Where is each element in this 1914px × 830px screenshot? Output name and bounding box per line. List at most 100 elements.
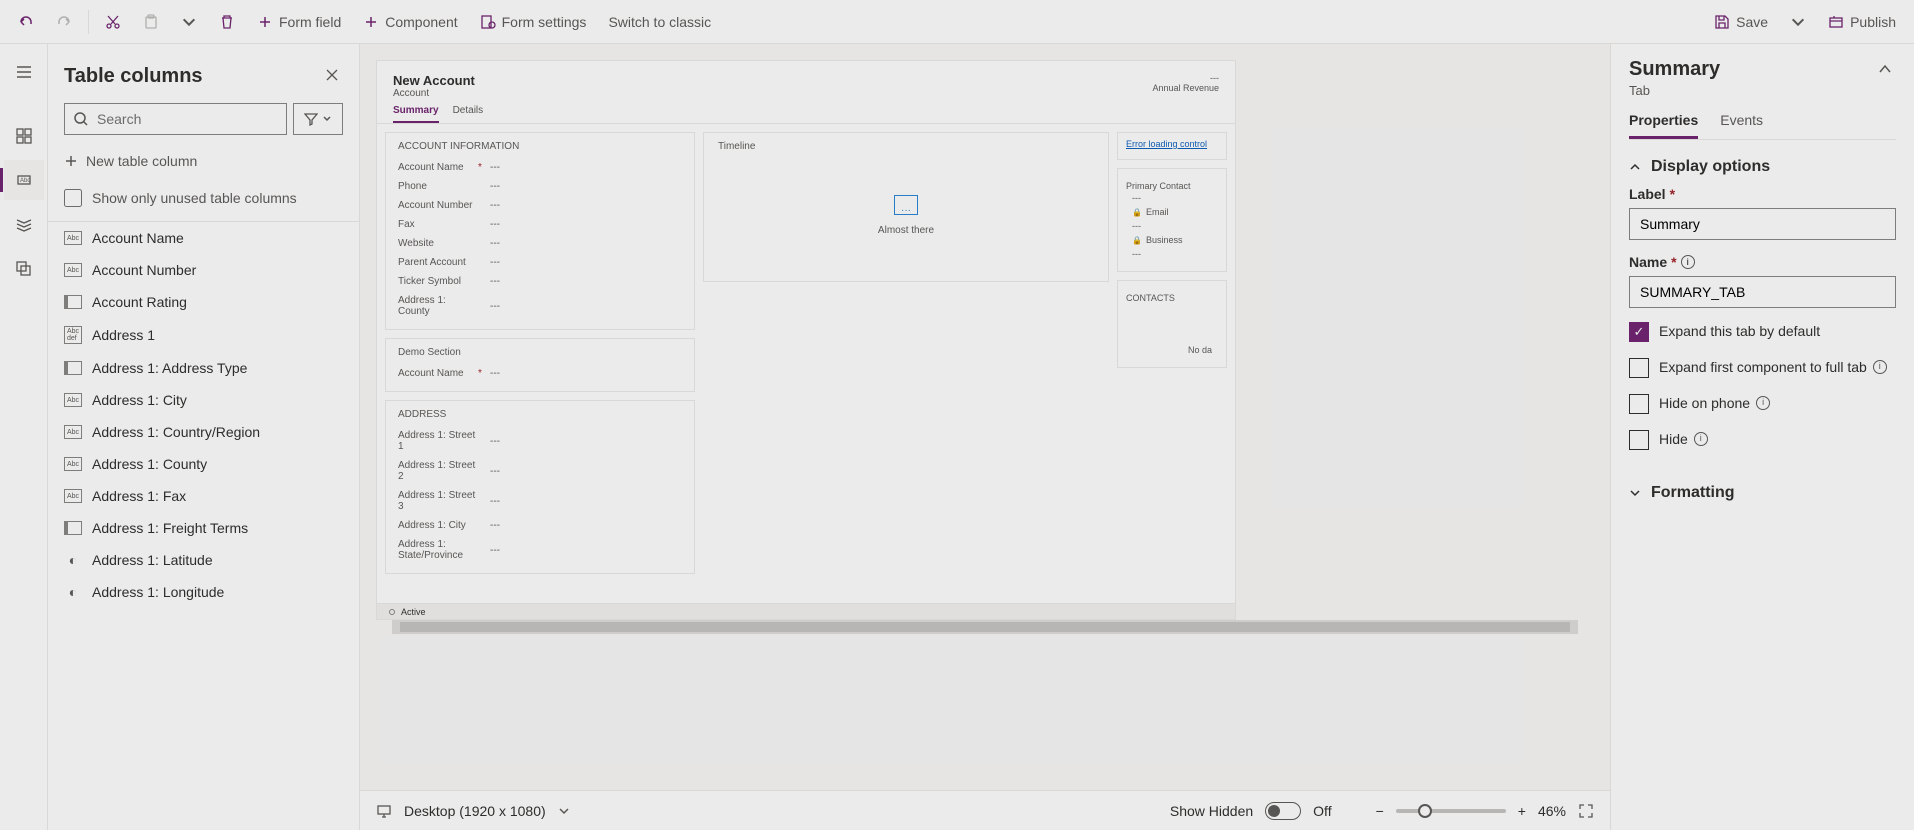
field-row[interactable]: Fax--- xyxy=(398,215,682,234)
expand-default-checkbox[interactable] xyxy=(1629,322,1649,342)
column-item[interactable]: Account Rating xyxy=(48,286,359,318)
rail-components-icon[interactable] xyxy=(4,116,44,156)
cut-button[interactable] xyxy=(95,4,131,40)
label-input[interactable] xyxy=(1629,208,1896,240)
field-row[interactable]: Address 1: Street 3--- xyxy=(398,486,682,516)
rail-hamburger[interactable] xyxy=(4,52,44,92)
field-row[interactable]: Ticker Symbol--- xyxy=(398,272,682,291)
canvas-horizontal-scrollbar[interactable] xyxy=(392,620,1578,634)
field-row[interactable]: Account Name*--- xyxy=(398,158,682,177)
search-box[interactable] xyxy=(64,103,287,135)
form-tab-details[interactable]: Details xyxy=(453,105,484,123)
column-item[interactable]: AbcAccount Name xyxy=(48,222,359,254)
section-demo[interactable]: Demo Section Account Name*--- xyxy=(385,338,695,392)
field-row[interactable]: Account Number--- xyxy=(398,196,682,215)
column-item[interactable]: Address 1: Address Type xyxy=(48,352,359,384)
info-icon[interactable]: i xyxy=(1873,360,1887,374)
save-button[interactable]: Save xyxy=(1704,4,1778,40)
field-row[interactable]: Account Name*--- xyxy=(398,364,682,383)
rail-tree-icon[interactable] xyxy=(4,204,44,244)
field-label: Account Number xyxy=(398,200,478,211)
save-dropdown[interactable] xyxy=(1780,4,1816,40)
undo-button[interactable] xyxy=(8,4,44,40)
column-item[interactable]: AbcAddress 1: Country/Region xyxy=(48,416,359,448)
field-row[interactable]: Parent Account--- xyxy=(398,253,682,272)
property-tabs: Properties Events xyxy=(1629,112,1896,140)
redo-button[interactable] xyxy=(46,4,82,40)
section-title: Demo Section xyxy=(398,347,682,358)
canvas-scroll[interactable]: New Account Account --- Annual Revenue S… xyxy=(360,44,1610,790)
column-item[interactable]: Address 1: Freight Terms xyxy=(48,512,359,544)
add-form-field-button[interactable]: Form field xyxy=(247,4,351,40)
section-timeline[interactable]: Timeline Almost there xyxy=(703,132,1109,282)
delete-button[interactable] xyxy=(209,4,245,40)
scrollbar-thumb[interactable] xyxy=(400,622,1570,632)
column-item[interactable]: ◐Address 1: Latitude xyxy=(48,544,359,576)
paste-dropdown[interactable] xyxy=(171,4,207,40)
new-column-button[interactable]: New table column xyxy=(48,143,359,179)
form-settings-button[interactable]: Form settings xyxy=(470,4,597,40)
info-icon[interactable]: i xyxy=(1694,432,1708,446)
form-tab-summary[interactable]: Summary xyxy=(393,105,439,123)
show-hidden-toggle[interactable] xyxy=(1265,802,1301,820)
field-row[interactable]: Phone--- xyxy=(398,177,682,196)
display-options-header[interactable]: Display options xyxy=(1629,158,1896,176)
name-input[interactable] xyxy=(1629,276,1896,308)
email-row: 🔒Email xyxy=(1126,205,1218,219)
show-unused-checkbox[interactable] xyxy=(64,189,82,207)
filter-button[interactable] xyxy=(293,103,343,135)
expand-first-check[interactable]: Expand first component to full tab i xyxy=(1629,358,1896,378)
field-row[interactable]: Address 1: County--- xyxy=(398,291,682,321)
rail-libraries-icon[interactable] xyxy=(4,248,44,288)
column-item[interactable]: AbcAccount Number xyxy=(48,254,359,286)
hide-checkbox[interactable] xyxy=(1629,430,1649,450)
hide-check[interactable]: Hide i xyxy=(1629,430,1896,450)
viewport-label[interactable]: Desktop (1920 x 1080) xyxy=(404,803,546,819)
no-data-label: No da xyxy=(1126,343,1218,357)
paste-button[interactable] xyxy=(133,4,169,40)
column-item[interactable]: AbcAddress 1: City xyxy=(48,384,359,416)
side-error-card[interactable]: Error loading control xyxy=(1117,132,1227,160)
column-item[interactable]: ◐Address 1: Longitude xyxy=(48,576,359,608)
form-field-label: Form field xyxy=(279,14,341,30)
section-address[interactable]: ADDRESS Address 1: Street 1---Address 1:… xyxy=(385,400,695,574)
publish-button[interactable]: Publish xyxy=(1818,4,1906,40)
search-input[interactable] xyxy=(97,111,278,127)
hide-phone-check[interactable]: Hide on phone i xyxy=(1629,394,1896,414)
close-columns-button[interactable] xyxy=(321,64,343,89)
field-row[interactable]: Website--- xyxy=(398,234,682,253)
prop-tab-properties[interactable]: Properties xyxy=(1629,112,1698,139)
fit-icon[interactable] xyxy=(1578,803,1594,819)
column-item[interactable]: AbcdefAddress 1 xyxy=(48,318,359,352)
zoom-plus[interactable]: + xyxy=(1518,803,1526,819)
zoom-slider[interactable] xyxy=(1396,809,1506,813)
zoom-minus[interactable]: − xyxy=(1376,803,1384,819)
expand-first-checkbox[interactable] xyxy=(1629,358,1649,378)
field-value: --- xyxy=(490,238,500,249)
expand-default-check[interactable]: Expand this tab by default xyxy=(1629,322,1896,342)
info-icon[interactable]: i xyxy=(1756,396,1770,410)
field-row[interactable]: Address 1: Street 2--- xyxy=(398,456,682,486)
chevron-down-icon[interactable] xyxy=(558,805,570,817)
show-unused-checkbox-row[interactable]: Show only unused table columns xyxy=(48,179,359,221)
rail-columns-icon[interactable]: Abc xyxy=(4,160,44,200)
field-row[interactable]: Address 1: City--- xyxy=(398,516,682,535)
side-contacts[interactable]: CONTACTS No da xyxy=(1117,280,1227,368)
field-row[interactable]: Address 1: Street 1--- xyxy=(398,426,682,456)
side-primary-contact[interactable]: Primary Contact --- 🔒Email --- 🔒Business… xyxy=(1117,168,1227,272)
column-list[interactable]: AbcAccount NameAbcAccount NumberAccount … xyxy=(48,221,359,830)
switch-classic-button[interactable]: Switch to classic xyxy=(598,4,721,40)
field-row[interactable]: Address 1: State/Province--- xyxy=(398,535,682,565)
info-icon[interactable]: i xyxy=(1681,255,1695,269)
column-item[interactable]: AbcAddress 1: County xyxy=(48,448,359,480)
section-account-info[interactable]: ACCOUNT INFORMATION Account Name*---Phon… xyxy=(385,132,695,330)
hide-phone-checkbox[interactable] xyxy=(1629,394,1649,414)
prop-tab-events[interactable]: Events xyxy=(1720,112,1763,139)
formatting-header[interactable]: Formatting xyxy=(1629,484,1896,502)
form-canvas[interactable]: New Account Account --- Annual Revenue S… xyxy=(376,60,1236,620)
collapse-panel-button[interactable] xyxy=(1874,58,1896,83)
column-item[interactable]: AbcAddress 1: Fax xyxy=(48,480,359,512)
zoom-thumb[interactable] xyxy=(1418,804,1432,818)
error-link[interactable]: Error loading control xyxy=(1126,139,1207,149)
add-component-button[interactable]: Component xyxy=(353,4,467,40)
